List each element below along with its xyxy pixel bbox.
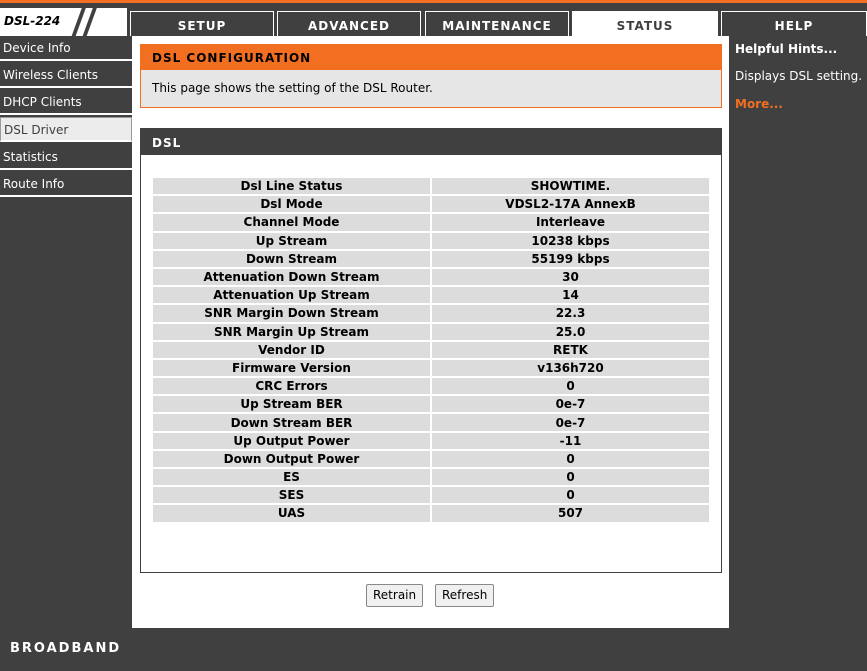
table-row: Down Stream 55199 kbps [153, 250, 709, 267]
section-description: This page shows the setting of the DSL R… [152, 81, 433, 95]
table-row: Up Stream BER 0e-7 [153, 396, 709, 413]
row-label: Down Stream [153, 250, 430, 267]
model-logo: DSL-224 [0, 8, 127, 37]
table-row: Down Stream BER 0e-7 [153, 414, 709, 431]
table-row: Channel Mode Interleave [153, 214, 709, 231]
row-value: SHOWTIME. [432, 178, 709, 195]
footer: BROADBAND [0, 628, 867, 671]
row-label: Up Output Power [153, 432, 430, 449]
row-value: 507 [432, 505, 709, 522]
sidebar-item-device-info[interactable]: Device Info [0, 36, 132, 61]
row-value: VDSL2-17A AnnexB [432, 196, 709, 213]
sidebar-item-route-info[interactable]: Route Info [0, 172, 132, 197]
sidebar-item-statistics[interactable]: Statistics [0, 145, 132, 170]
row-value: 0 [432, 469, 709, 486]
dsl-configuration-panel: DSL CONFIGURATION This page shows the se… [140, 44, 722, 108]
model-name: DSL-224 [4, 14, 61, 28]
row-label: Vendor ID [153, 341, 430, 358]
table-row: ES 0 [153, 469, 709, 486]
row-label: Firmware Version [153, 359, 430, 377]
row-label: SES [153, 487, 430, 504]
row-label: Up Stream [153, 232, 430, 249]
table-row: Dsl Mode VDSL2-17A AnnexB [153, 196, 709, 213]
table-row: SNR Margin Up Stream 25.0 [153, 323, 709, 340]
row-value: 0e-7 [432, 396, 709, 413]
table-row: Firmware Version v136h720 [153, 359, 709, 377]
footer-brand: BROADBAND [10, 641, 122, 656]
row-label: Attenuation Down Stream [153, 268, 430, 286]
row-value: Interleave [432, 214, 709, 231]
table-row: Up Output Power -11 [153, 432, 709, 449]
tab-maintenance[interactable]: MAINTENANCE [425, 11, 569, 38]
row-value: RETK [432, 341, 709, 358]
top-navigation-bar: DSL-224 SETUP ADVANCED MAINTENANCE STATU… [0, 3, 867, 38]
helpful-hints-panel: Helpful Hints... Displays DSL setting. M… [729, 36, 867, 628]
table-row: Down Output Power 0 [153, 450, 709, 467]
table-row: Vendor ID RETK [153, 341, 709, 358]
row-label: Dsl Line Status [153, 178, 430, 195]
hints-text: Displays DSL setting. [735, 69, 863, 83]
hints-more-link[interactable]: More... [735, 97, 783, 111]
hints-title: Helpful Hints... [735, 42, 838, 56]
row-label: SNR Margin Down Stream [153, 305, 430, 322]
table-row: UAS 507 [153, 505, 709, 522]
table-row: CRC Errors 0 [153, 378, 709, 395]
row-value: 55199 kbps [432, 250, 709, 267]
table-row: Attenuation Up Stream 14 [153, 287, 709, 304]
row-label: Down Stream BER [153, 414, 430, 431]
main-content: DSL CONFIGURATION This page shows the se… [132, 36, 729, 628]
sidebar-item-dsl-driver[interactable]: DSL Driver [0, 117, 132, 142]
row-value: v136h720 [432, 359, 709, 377]
table-row: Up Stream 10238 kbps [153, 232, 709, 249]
row-value: 25.0 [432, 323, 709, 340]
row-value: 0 [432, 487, 709, 504]
row-label: Down Output Power [153, 450, 430, 467]
dsl-status-table: Dsl Line Status SHOWTIME. Dsl Mode VDSL2-1… [151, 176, 711, 524]
table-row: Dsl Line Status SHOWTIME. [153, 178, 709, 195]
row-label: SNR Margin Up Stream [153, 323, 430, 340]
dsl-status-panel: DSL Dsl Line Status SHOWTIME. Dsl Mode VDS… [140, 128, 722, 573]
row-label: Dsl Mode [153, 196, 430, 213]
row-label: Up Stream BER [153, 396, 430, 413]
retrain-button[interactable]: Retrain [366, 584, 424, 607]
tab-advanced[interactable]: ADVANCED [277, 11, 421, 38]
row-value: 10238 kbps [432, 232, 709, 249]
router-admin-page: DSL-224 SETUP ADVANCED MAINTENANCE STATU… [0, 0, 867, 671]
row-label: Attenuation Up Stream [153, 287, 430, 304]
sidebar-item-dhcp-clients[interactable]: DHCP Clients [0, 90, 132, 115]
sidebar-item-wireless-clients[interactable]: Wireless Clients [0, 63, 132, 88]
table-row: SNR Margin Down Stream 22.3 [153, 305, 709, 322]
tab-status[interactable]: STATUS [572, 11, 718, 38]
row-value: 0 [432, 450, 709, 467]
row-label: ES [153, 469, 430, 486]
row-value: 22.3 [432, 305, 709, 322]
row-label: Channel Mode [153, 214, 430, 231]
row-label: UAS [153, 505, 430, 522]
section-title: DSL CONFIGURATION [141, 45, 721, 70]
row-value: 0 [432, 378, 709, 395]
row-value: -11 [432, 432, 709, 449]
row-label: CRC Errors [153, 378, 430, 395]
row-value: 30 [432, 268, 709, 286]
tab-setup[interactable]: SETUP [130, 11, 274, 38]
refresh-button[interactable]: Refresh [435, 584, 495, 607]
dsl-panel-title: DSL [141, 129, 721, 155]
sidebar: Device Info Wireless Clients DHCP Client… [0, 36, 132, 628]
row-value: 14 [432, 287, 709, 304]
table-row: Attenuation Down Stream 30 [153, 268, 709, 286]
tab-help[interactable]: HELP [721, 11, 867, 38]
row-value: 0e-7 [432, 414, 709, 431]
table-row: SES 0 [153, 487, 709, 504]
